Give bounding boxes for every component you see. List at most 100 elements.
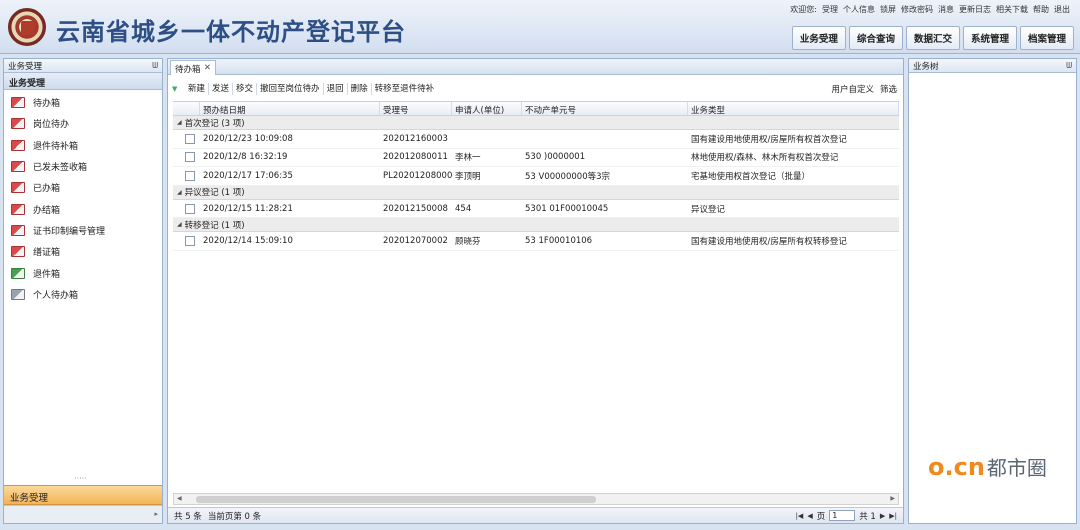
grid-header: 预办结日期 受理号 申请人(单位) 不动产单元号 业务类型 (173, 101, 899, 116)
book-gray-icon (11, 288, 25, 300)
link-logout[interactable]: 退出 (1054, 4, 1070, 15)
book-red-icon (11, 246, 25, 258)
col-header-due-date[interactable]: 预办结日期 (200, 102, 380, 115)
table-row[interactable]: 2020/12/17 17:06:35 PL20201208000 李顶明 53… (173, 167, 899, 186)
transfer-button[interactable]: 移交 (233, 83, 258, 95)
welcome-text: 欢迎您: (790, 5, 817, 14)
sidebar-item-cert-printing[interactable]: 缮证箱 (4, 241, 162, 262)
sidebar-group-title: 业务受理 (4, 73, 162, 90)
tab-todo-box[interactable]: 待办箱 ✕ (170, 60, 216, 75)
next-page-icon[interactable]: ▶ (880, 512, 885, 520)
move-to-return-button[interactable]: 转移至退件待补 (372, 83, 438, 95)
sidebar-item-done-box[interactable]: 已办箱 (4, 177, 162, 198)
sidebar-item-sent-unsigned[interactable]: 已发未签收箱 (4, 156, 162, 177)
collapse-icon[interactable]: ◢ (177, 189, 182, 196)
nav-data-exchange[interactable]: 数据汇交 (905, 26, 960, 50)
row-checkbox[interactable] (185, 133, 195, 144)
task-grid: 预办结日期 受理号 申请人(单位) 不动产单元号 业务类型 ◢ 首次登记 (3 项… (173, 101, 899, 251)
close-icon[interactable]: ✕ (204, 63, 211, 73)
new-button[interactable]: 新建 (185, 83, 210, 95)
nav-query[interactable]: 综合查询 (848, 26, 903, 50)
total-count: 共 5 条 (174, 511, 202, 522)
sidebar-title: 业务受理 (8, 61, 43, 72)
group-row[interactable]: ◢ 异议登记 (1 项) (173, 185, 899, 200)
send-button[interactable]: 发送 (209, 83, 234, 95)
collapse-icon[interactable]: ◢ (177, 221, 182, 228)
left-sidebar: 业务受理 ᗯ 业务受理 待办箱 岗位待办 退件待补箱 已发未签收箱 已办箱 办结… (3, 58, 163, 524)
return-button[interactable]: 退回 (324, 83, 348, 95)
first-page-icon[interactable]: |◀ (796, 512, 804, 520)
withdraw-to-post-button[interactable]: 撤回至岗位待办 (257, 83, 324, 95)
book-red-icon (11, 97, 25, 109)
watermark-logo: o.cn 都市圈 (928, 452, 1047, 481)
filter-button[interactable]: 筛选 (880, 83, 897, 95)
nav-archive-admin[interactable]: 档案管理 (1019, 26, 1074, 50)
seal-logo-icon (8, 8, 46, 46)
sidebar-item-personal-todo[interactable]: 个人待办箱 (4, 284, 162, 305)
top-links: 欢迎您: 受理 个人信息 锁屏 修改密码 消息 更新日志 相关下载 帮助 退出 (790, 4, 1070, 15)
table-row[interactable]: 2020/12/8 16:32:19 202012080011 李林一 530 … (173, 149, 899, 168)
table-row[interactable]: 2020/12/23 10:09:08 202012160003 国有建设用地使… (173, 130, 899, 149)
book-red-icon (11, 203, 25, 215)
right-panel-title: 业务树 (913, 61, 939, 72)
sidebar-item-cert-numbering[interactable]: 证书印制编号管理 (4, 220, 162, 241)
link-lock-screen[interactable]: 锁屏 (880, 4, 896, 15)
link-help[interactable]: 帮助 (1033, 4, 1049, 15)
book-red-icon (11, 139, 25, 151)
nav-system-admin[interactable]: 系统管理 (962, 26, 1017, 50)
toolbar-right: 用户自定义 筛选 (831, 83, 901, 95)
scroll-left-icon[interactable]: ◀ (177, 495, 182, 502)
main-nav: 业务受理 综合查询 数据汇交 系统管理 档案管理 (791, 26, 1074, 50)
tab-bar: 待办箱 ✕ (168, 59, 903, 75)
col-header-business-type[interactable]: 业务类型 (688, 102, 899, 115)
group-row[interactable]: ◢ 首次登记 (3 项) (173, 116, 899, 130)
group-row[interactable]: ◢ 转移登记 (1 项) (173, 218, 899, 233)
header-checkbox-col (173, 102, 200, 115)
resize-grip-icon[interactable]: ····· (74, 474, 87, 483)
link-downloads[interactable]: 相关下载 (996, 4, 1028, 15)
custom-view-button[interactable]: 用户自定义 (831, 83, 874, 95)
status-bar: 共 5 条 当前页第 0 条 |◀ ◀ 页 1 共 1 ▶ ▶| (168, 507, 903, 523)
row-checkbox[interactable] (185, 236, 195, 247)
toolbar: ▼ 新建 发送 移交 撤回至岗位待办 退回 删除 转移至退件待补 用户自定义 筛… (172, 81, 901, 97)
book-red-icon (11, 161, 25, 173)
selected-count: 当前页第 0 条 (207, 511, 262, 522)
row-checkbox[interactable] (185, 152, 195, 163)
sidebar-item-return-supplement[interactable]: 退件待补箱 (4, 135, 162, 156)
scrollbar-thumb[interactable] (196, 496, 596, 503)
collapse-icon[interactable]: ◢ (177, 119, 182, 126)
nav-business-accept[interactable]: 业务受理 (791, 26, 846, 50)
pin-icon[interactable]: ᗯ (152, 61, 158, 71)
row-checkbox[interactable] (185, 170, 195, 181)
pin-icon[interactable]: ᗯ (1066, 61, 1072, 71)
delete-button[interactable]: 删除 (348, 83, 372, 95)
app-header: 云南省城乡一体不动产登记平台 欢迎您: 受理 个人信息 锁屏 修改密码 消息 更… (0, 0, 1080, 54)
col-header-applicant[interactable]: 申请人(单位) (452, 102, 522, 115)
page-input[interactable]: 1 (829, 510, 856, 521)
table-row[interactable]: 2020/12/15 11:28:21 202012150008 454 530… (173, 200, 899, 219)
link-change-password[interactable]: 修改密码 (901, 4, 933, 15)
pager: |◀ ◀ 页 1 共 1 ▶ ▶| (795, 510, 897, 522)
col-header-unit-no[interactable]: 不动产单元号 (522, 102, 688, 115)
link-messages[interactable]: 消息 (938, 4, 954, 15)
table-row[interactable]: 2020/12/14 15:09:10 202012070002 顾晓芬 53 … (173, 232, 899, 251)
prev-page-icon[interactable]: ◀ (807, 512, 812, 520)
sidebar-item-todo-box[interactable]: 待办箱 (4, 92, 162, 113)
sidebar-bottom-tab[interactable]: 业务受理 (4, 485, 162, 505)
chevron-down-icon[interactable]: ▸ (154, 510, 158, 518)
last-page-icon[interactable]: ▶| (889, 512, 897, 520)
main-content: 待办箱 ✕ ▼ 新建 发送 移交 撤回至岗位待办 退回 删除 转移至退件待补 用… (167, 58, 904, 524)
toolbar-menu-icon[interactable]: ▼ (172, 85, 182, 93)
col-header-accept-no[interactable]: 受理号 (380, 102, 452, 115)
sidebar-footer: ▸ (4, 505, 162, 523)
link-changelog[interactable]: 更新日志 (959, 4, 991, 15)
scroll-right-icon[interactable]: ▶ (890, 495, 895, 502)
row-checkbox[interactable] (185, 203, 195, 214)
sidebar-item-post-todo[interactable]: 岗位待办 (4, 113, 162, 134)
horizontal-scrollbar[interactable]: ◀ ▶ (173, 493, 899, 505)
book-red-icon (11, 118, 25, 130)
sidebar-item-closed-box[interactable]: 办结箱 (4, 198, 162, 219)
link-profile[interactable]: 个人信息 (843, 4, 875, 15)
right-panel-header: 业务树 ᗯ (909, 59, 1076, 73)
sidebar-item-return-box[interactable]: 退件箱 (4, 262, 162, 283)
